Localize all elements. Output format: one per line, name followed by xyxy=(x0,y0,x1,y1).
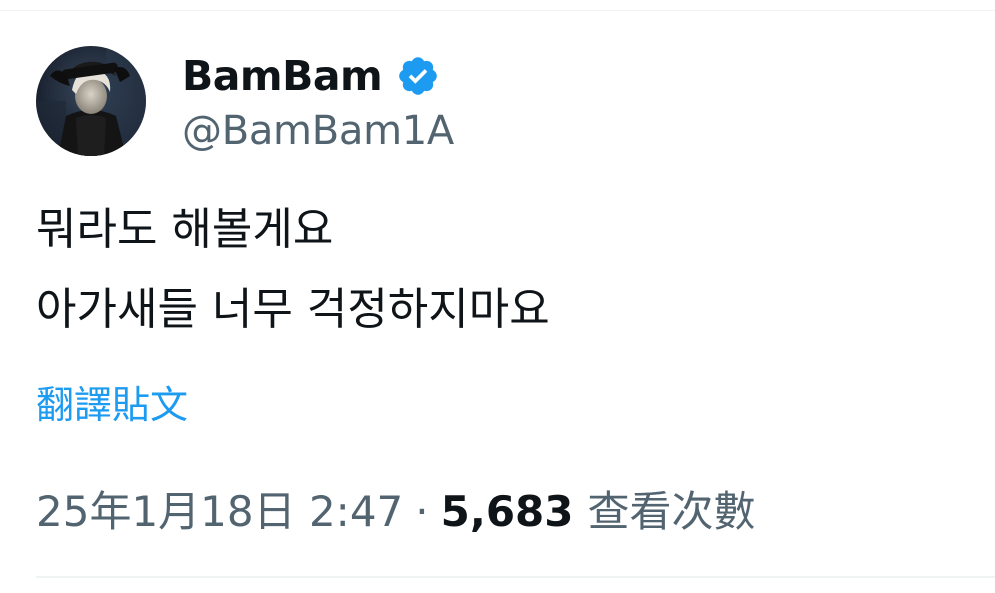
user-handle[interactable]: @BamBam1A xyxy=(182,108,454,154)
tweet-text: 뭐라도 해볼게요 아가새들 너무 걱정하지마요 xyxy=(36,190,550,350)
tweet-meta: 25年1月18日 2:47 · 5,683 查看次數 xyxy=(36,482,756,542)
display-name[interactable]: BamBam xyxy=(182,52,383,100)
tweet-line-1: 뭐라도 해볼게요 xyxy=(36,204,334,255)
bottom-divider xyxy=(36,576,995,578)
user-names: BamBam @BamBam1A xyxy=(182,48,454,154)
tweet-line-2: 아가새들 너무 걱정하지마요 xyxy=(36,284,550,335)
display-name-row: BamBam xyxy=(182,48,454,104)
views-label[interactable]: 查看次數 xyxy=(588,482,756,542)
verified-badge-icon[interactable] xyxy=(396,54,440,98)
views-count[interactable]: 5,683 xyxy=(441,482,574,542)
avatar-image xyxy=(36,46,146,156)
tweet-header: BamBam @BamBam1A xyxy=(36,42,454,160)
tweet-timestamp[interactable]: 25年1月18日 2:47 xyxy=(36,482,403,542)
translate-post-link[interactable]: 翻譯貼文 xyxy=(36,380,188,430)
meta-separator: · xyxy=(415,487,429,536)
avatar[interactable] xyxy=(36,46,146,156)
top-divider xyxy=(0,10,995,11)
